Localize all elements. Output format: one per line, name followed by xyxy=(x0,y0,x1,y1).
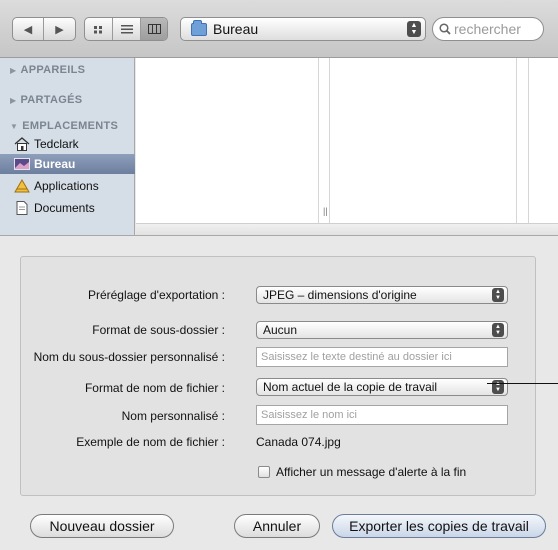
search-placeholder: rechercher xyxy=(454,21,521,37)
column-divider[interactable] xyxy=(528,58,529,223)
cancel-button[interactable]: Annuler xyxy=(234,514,320,538)
column-divider[interactable] xyxy=(318,58,319,223)
document-icon xyxy=(16,201,28,215)
divider xyxy=(0,235,558,236)
column-divider[interactable] xyxy=(516,58,517,223)
subfolder-format-popup[interactable]: Aucun ▲ ▼ xyxy=(256,321,508,339)
icon-view-button[interactable] xyxy=(85,18,113,40)
popup-arrows-icon: ▲ ▼ xyxy=(407,21,421,37)
forward-button[interactable]: ▶ xyxy=(44,18,75,40)
column-browser[interactable]: || xyxy=(136,58,558,235)
subfolder-name-field[interactable]: Saisissez le texte destiné au dossier ic… xyxy=(256,347,508,367)
icon-view-icon xyxy=(94,25,102,33)
column-view-icon xyxy=(147,24,161,34)
column-view-button[interactable] xyxy=(141,18,167,40)
example-value: Canada 074.jpg xyxy=(256,435,341,449)
filename-format-popup[interactable]: Nom actuel de la copie de travail ▲ ▼ xyxy=(256,378,508,396)
sidebar-section-shared[interactable]: ▶ PARTAGÉS xyxy=(10,94,82,106)
subfolder-format-value: Aucun xyxy=(263,323,298,337)
home-icon xyxy=(14,137,30,151)
chevron-left-icon: ◀ xyxy=(23,23,33,36)
disclosure-triangle-icon: ▶ xyxy=(10,66,17,75)
folder-icon xyxy=(191,19,207,36)
desktop-icon xyxy=(14,158,30,170)
back-forward-control: ◀ ▶ xyxy=(12,17,76,41)
alert-checkbox-label: Afficher un message d'alerte à la fin xyxy=(276,465,467,479)
sidebar-item-tedclark[interactable]: Tedclark xyxy=(0,134,135,154)
sidebar-item-documents[interactable]: Documents xyxy=(0,198,135,218)
disclosure-triangle-icon: ▶ xyxy=(10,96,17,105)
export-options-panel: Préréglage d'exportation : JPEG – dimens… xyxy=(20,256,536,496)
sidebar-section-devices[interactable]: ▶ APPAREILS xyxy=(10,64,85,76)
sidebar: ▶ APPAREILS ▶ PARTAGÉS ▼ EMPLACEMENTS Tedcl… xyxy=(0,58,135,235)
toolbar: ◀ ▶ Bureau ▲ ▼ rechercher xyxy=(0,0,558,58)
back-button[interactable]: ◀ xyxy=(13,18,44,40)
callout-line xyxy=(487,383,558,384)
popup-arrows-icon: ▲ ▼ xyxy=(492,288,504,302)
preset-value: JPEG – dimensions d'origine xyxy=(263,288,417,302)
custom-name-placeholder: Saisissez le nom ici xyxy=(261,409,357,421)
custom-name-field[interactable]: Saisissez le nom ici xyxy=(256,405,508,425)
filename-format-value: Nom actuel de la copie de travail xyxy=(263,380,438,394)
subfolder-name-label: Nom du sous-dossier personnalisé : xyxy=(33,350,225,364)
disclosure-triangle-open-icon: ▼ xyxy=(10,122,19,131)
alert-checkbox-row[interactable]: Afficher un message d'alerte à la fin xyxy=(258,465,466,479)
preset-popup[interactable]: JPEG – dimensions d'origine ▲ ▼ xyxy=(256,286,508,304)
subfolder-name-placeholder: Saisissez le texte destiné au dossier ic… xyxy=(261,351,452,363)
example-label: Exemple de nom de fichier : xyxy=(76,435,225,449)
column-divider[interactable] xyxy=(329,58,330,223)
column-resize-grip-icon[interactable]: || xyxy=(323,206,328,216)
applications-icon xyxy=(14,179,30,193)
custom-name-label: Nom personnalisé : xyxy=(121,409,225,423)
view-mode-control xyxy=(84,17,168,41)
location-label: Bureau xyxy=(213,21,259,37)
sidebar-item-applications[interactable]: Applications xyxy=(0,176,135,196)
search-icon xyxy=(439,23,451,35)
location-popup[interactable]: Bureau ▲ ▼ xyxy=(180,17,426,41)
chevron-right-icon: ▶ xyxy=(55,23,64,36)
sidebar-item-bureau[interactable]: Bureau xyxy=(0,154,135,174)
list-view-button[interactable] xyxy=(113,18,141,40)
popup-arrows-icon: ▲ ▼ xyxy=(492,323,504,337)
export-button[interactable]: Exporter les copies de travail xyxy=(332,514,546,538)
filename-format-label: Format de nom de fichier : xyxy=(84,381,225,395)
list-view-icon xyxy=(120,25,133,34)
preset-label: Préréglage d'exportation : xyxy=(87,288,225,302)
new-folder-button[interactable]: Nouveau dossier xyxy=(30,514,174,538)
subfolder-format-label: Format de sous-dossier : xyxy=(92,323,225,337)
search-field[interactable]: rechercher xyxy=(432,17,544,41)
sidebar-section-places[interactable]: ▼ EMPLACEMENTS xyxy=(10,120,118,132)
alert-checkbox[interactable] xyxy=(258,466,270,478)
horizontal-scrollbar[interactable] xyxy=(136,223,558,235)
